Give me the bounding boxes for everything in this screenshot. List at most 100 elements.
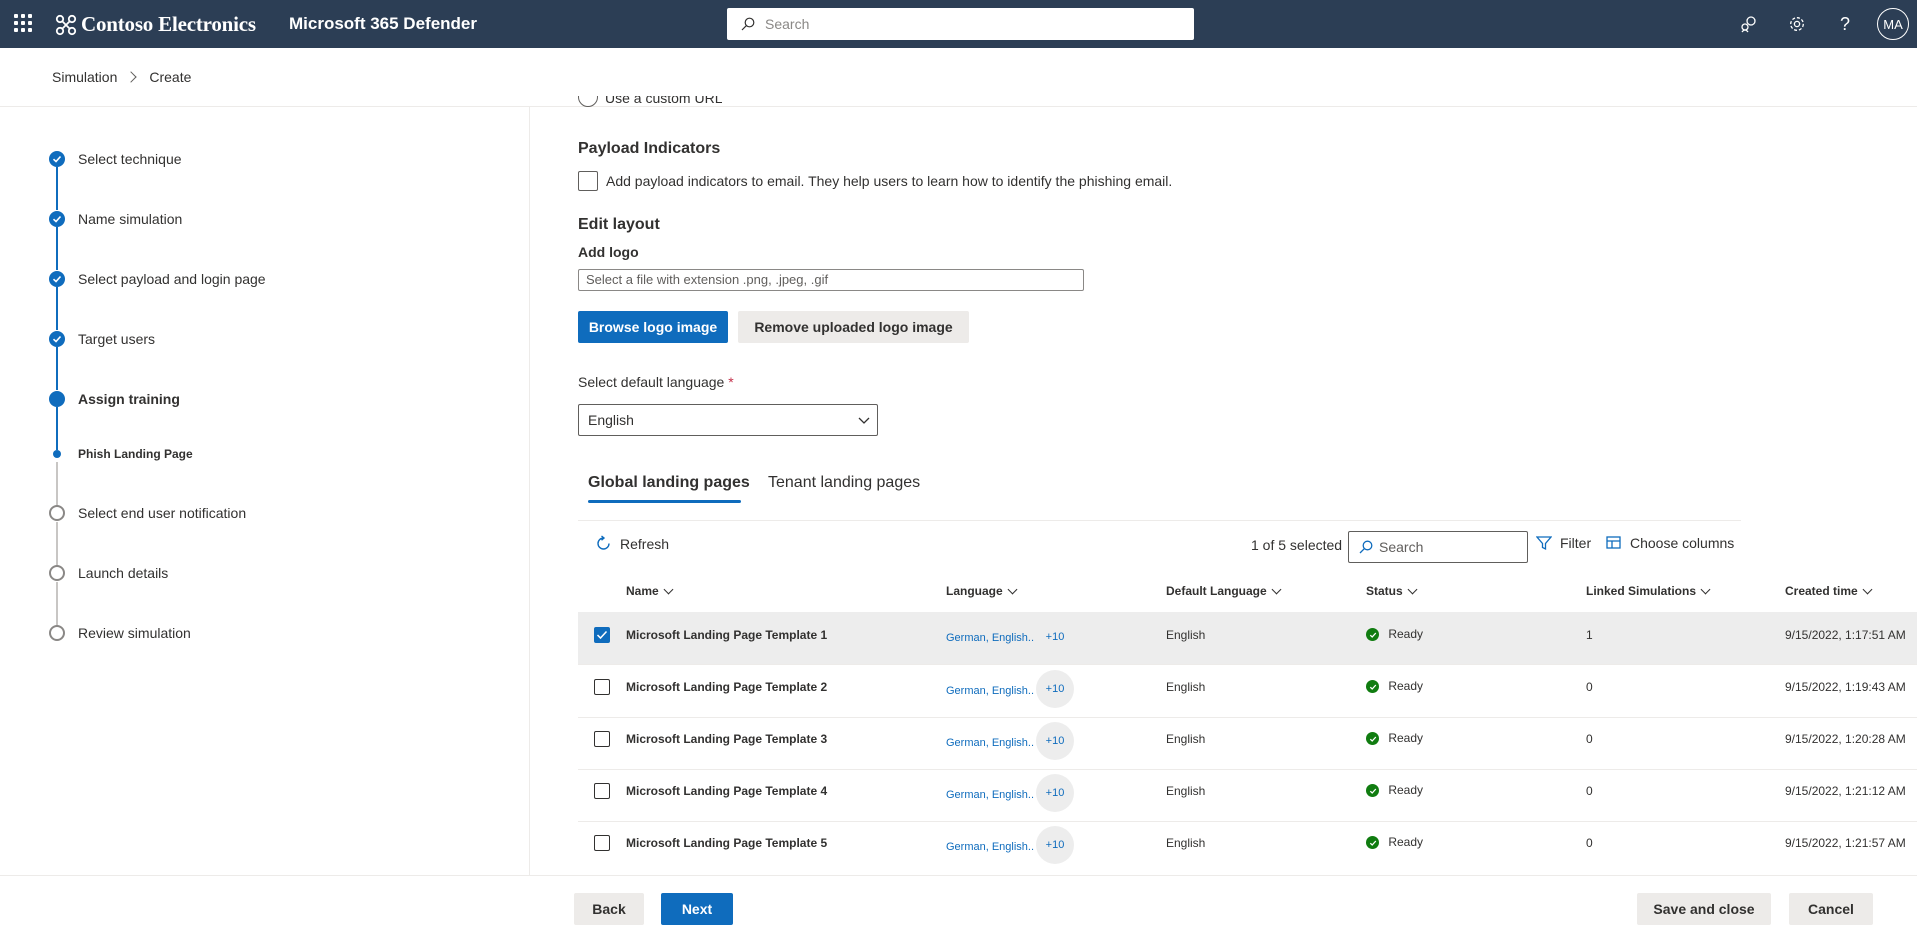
column-header-label: Default Language	[1166, 584, 1267, 598]
chevron-down-icon	[1700, 584, 1711, 594]
row-name[interactable]: Microsoft Landing Page Template 2	[626, 680, 827, 694]
row-language[interactable]: German, English..	[946, 737, 1034, 749]
org-brand[interactable]: Contoso Electronics	[55, 12, 256, 37]
help-button[interactable]: ?	[1821, 0, 1869, 48]
row-default-language: English	[1166, 680, 1206, 694]
step-label: Select payload and login page	[78, 271, 266, 287]
selection-count: 1 of 5 selected	[1251, 537, 1343, 553]
row-status: Ready	[1366, 627, 1423, 642]
step-label: Review simulation	[78, 625, 191, 641]
row-language-more[interactable]: +10	[1036, 670, 1074, 708]
tab-tenant-landing-pages[interactable]: Tenant landing pages	[768, 474, 920, 492]
chevron-down-icon	[1862, 584, 1873, 594]
steps-divider	[529, 107, 530, 875]
breadcrumb-simulation[interactable]: Simulation	[52, 69, 117, 85]
footer-divider	[0, 875, 1917, 876]
column-header-default-language[interactable]: Default Language	[1166, 584, 1282, 598]
app-title[interactable]: Microsoft 365 Defender	[289, 14, 477, 34]
step-end-user-notification[interactable]: Select end user notification	[49, 505, 246, 521]
default-language-value: English	[588, 412, 634, 428]
browse-logo-button[interactable]: Browse logo image	[578, 311, 728, 343]
row-status: Ready	[1366, 835, 1423, 850]
step-assign-training[interactable]: Assign training	[49, 391, 180, 407]
row-checkbox[interactable]	[594, 731, 610, 747]
row-language[interactable]: German, English..	[946, 841, 1034, 853]
step-name-simulation[interactable]: Name simulation	[49, 211, 182, 227]
refresh-icon	[597, 535, 610, 550]
default-language-label: Select default language *	[578, 374, 734, 390]
row-linked-simulations: 0	[1586, 680, 1593, 694]
app-launcher-icon[interactable]	[14, 14, 32, 32]
column-header-language[interactable]: Language	[946, 584, 1018, 598]
row-name[interactable]: Microsoft Landing Page Template 4	[626, 784, 827, 798]
logo-file-input[interactable]: Select a file with extension .png, .jpeg…	[578, 269, 1084, 291]
step-target-users[interactable]: Target users	[49, 331, 155, 347]
step-connector	[56, 287, 58, 330]
breadcrumb-create: Create	[149, 69, 192, 85]
row-checkbox[interactable]	[594, 783, 610, 799]
row-language[interactable]: German, English..	[946, 685, 1034, 697]
cancel-button[interactable]: Cancel	[1789, 893, 1873, 925]
filter-label: Filter	[1560, 535, 1592, 551]
default-language-select[interactable]: English	[578, 404, 878, 436]
active-tab-indicator	[588, 500, 741, 503]
step-label: Select technique	[78, 151, 182, 167]
row-checkbox[interactable]	[594, 835, 610, 851]
column-header-created-time[interactable]: Created time	[1785, 584, 1873, 598]
row-linked-simulations: 1	[1586, 628, 1593, 642]
row-language-more[interactable]: +10	[1036, 774, 1074, 812]
settings-button[interactable]	[1773, 0, 1821, 48]
payload-indicators-checkbox[interactable]	[578, 171, 598, 191]
chevron-right-icon	[125, 71, 138, 83]
custom-url-radio[interactable]	[578, 96, 600, 107]
table-search-placeholder: Search	[1379, 539, 1424, 555]
row-language-more[interactable]: +10	[1036, 826, 1074, 864]
back-button[interactable]: Back	[574, 893, 644, 925]
check-circle-icon	[1366, 836, 1379, 850]
row-default-language: English	[1166, 836, 1206, 850]
step-connector	[56, 167, 58, 210]
step-launch-details[interactable]: Launch details	[49, 565, 168, 581]
global-search-input[interactable]: Search	[727, 8, 1194, 40]
step-connector	[56, 347, 58, 390]
step-select-payload[interactable]: Select payload and login page	[49, 271, 266, 287]
column-header-name[interactable]: Name	[626, 584, 674, 598]
chevron-down-icon	[1407, 584, 1418, 594]
step-connector	[56, 227, 58, 270]
user-avatar[interactable]: MA	[1877, 8, 1909, 40]
required-marker: *	[728, 374, 734, 390]
step-review-simulation[interactable]: Review simulation	[49, 625, 191, 641]
step-select-technique[interactable]: Select technique	[49, 151, 182, 167]
row-name[interactable]: Microsoft Landing Page Template 5	[626, 836, 827, 850]
filter-button[interactable]: Filter	[1536, 535, 1591, 551]
step-phish-landing-page[interactable]: Phish Landing Page	[49, 447, 193, 461]
row-name[interactable]: Microsoft Landing Page Template 3	[626, 732, 827, 746]
row-language[interactable]: German, English..	[946, 632, 1034, 644]
remove-logo-button[interactable]: Remove uploaded logo image	[738, 311, 969, 343]
add-logo-label: Add logo	[578, 244, 639, 260]
tab-global-landing-pages[interactable]: Global landing pages	[588, 474, 750, 492]
row-language-more[interactable]: +10	[1036, 722, 1074, 760]
refresh-button[interactable]: Refresh	[595, 535, 669, 552]
choose-columns-button[interactable]: Choose columns	[1606, 535, 1734, 551]
row-status-text: Ready	[1388, 679, 1424, 693]
checkmark-icon	[596, 630, 608, 640]
row-checkbox[interactable]	[594, 679, 610, 695]
check-circle-icon	[49, 271, 65, 287]
row-name[interactable]: Microsoft Landing Page Template 1	[626, 628, 827, 642]
row-language-more[interactable]: +10	[1036, 618, 1074, 656]
column-header-status[interactable]: Status	[1366, 584, 1418, 598]
row-linked-simulations: 0	[1586, 784, 1593, 798]
row-created-time: 9/15/2022, 1:19:43 AM	[1785, 680, 1906, 694]
row-status-text: Ready	[1388, 731, 1424, 745]
save-and-close-button[interactable]: Save and close	[1637, 893, 1771, 925]
table-search-input[interactable]: Search	[1348, 531, 1528, 563]
row-checkbox[interactable]	[594, 627, 610, 643]
next-button[interactable]: Next	[661, 893, 733, 925]
step-label: Assign training	[78, 391, 180, 407]
community-button[interactable]	[1725, 0, 1773, 48]
column-header-linked-simulations[interactable]: Linked Simulations	[1586, 584, 1711, 598]
row-language[interactable]: German, English..	[946, 789, 1034, 801]
edit-layout-heading: Edit layout	[578, 216, 660, 233]
gear-icon	[1790, 17, 1804, 31]
